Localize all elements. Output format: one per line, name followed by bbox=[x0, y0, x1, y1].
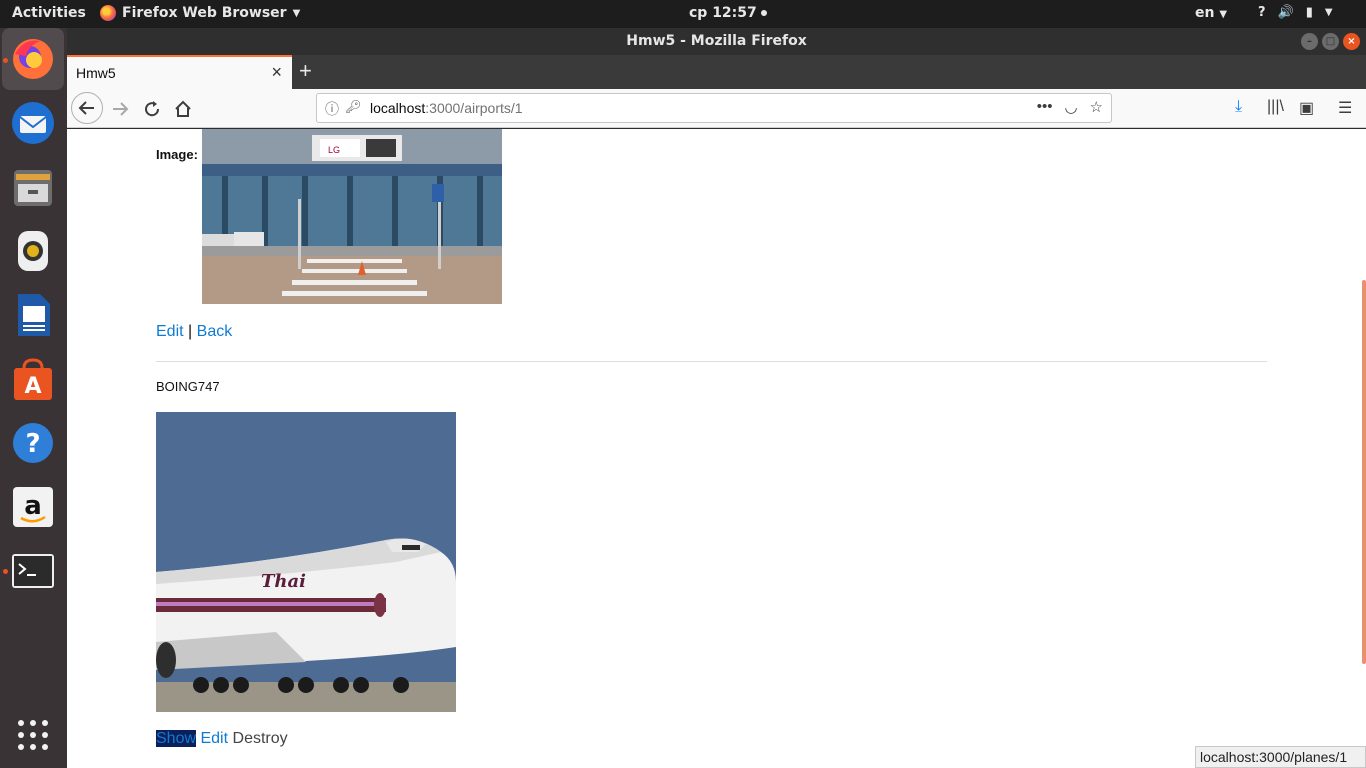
edit-airport-link[interactable]: Edit bbox=[156, 323, 184, 340]
back-link[interactable]: Back bbox=[197, 323, 233, 340]
app-menu[interactable]: Firefox Web Browser ▼ bbox=[100, 5, 300, 21]
dock-amazon[interactable]: a bbox=[10, 484, 56, 530]
window-controls: – □ × bbox=[1301, 33, 1360, 50]
dock-files[interactable] bbox=[10, 164, 56, 210]
destroy-plane-link[interactable]: Destroy bbox=[233, 730, 288, 747]
dock-terminal[interactable] bbox=[10, 548, 56, 594]
plane-name: BOING747 bbox=[156, 379, 220, 394]
system-menu[interactable]: ? 🔊 ▮ ▼ bbox=[1258, 5, 1333, 20]
image-label: Image: bbox=[156, 147, 198, 162]
clock-label: ср 12:57 bbox=[689, 5, 757, 21]
bookmark-star-icon[interactable]: ☆ bbox=[1090, 98, 1103, 116]
url-text: localhost:3000/airports/1 bbox=[370, 100, 523, 116]
tab-strip: Hmw5 × + bbox=[67, 55, 1366, 89]
chevron-down-icon: ▼ bbox=[1324, 7, 1333, 18]
page-content: Image: LG Edit | Back BOING747 Thai Show… bbox=[67, 129, 1366, 768]
pocket-icon[interactable]: ◡ bbox=[1064, 98, 1077, 116]
arrow-right-icon bbox=[113, 102, 129, 116]
window-title: Hmw5 - Mozilla Firefox bbox=[626, 33, 807, 49]
gnome-top-bar: Activities Firefox Web Browser ▼ ср 12:5… bbox=[0, 0, 1366, 28]
key-icon[interactable]: 🔑︎ bbox=[345, 99, 362, 115]
writer-icon bbox=[18, 294, 50, 336]
dock-thunderbird[interactable] bbox=[10, 100, 56, 146]
page-actions: ••• ◡ ☆ bbox=[1037, 98, 1103, 116]
terminal-icon bbox=[12, 554, 54, 588]
library-icon[interactable]: |||\ bbox=[1267, 98, 1284, 116]
volume-icon: 🔊 bbox=[1277, 5, 1294, 20]
chevron-down-icon: ▼ bbox=[1219, 9, 1228, 20]
url-bar[interactable]: ⓘ 🔑︎ localhost:3000/airports/1 ••• ◡ ☆ bbox=[316, 93, 1112, 123]
dock-rhythmbox[interactable] bbox=[10, 228, 56, 274]
airport-actions: Edit | Back bbox=[156, 323, 232, 341]
tab-title: Hmw5 bbox=[76, 65, 116, 81]
dock-show-applications[interactable] bbox=[10, 712, 56, 758]
running-indicator bbox=[3, 569, 8, 574]
rhythmbox-icon bbox=[18, 231, 48, 271]
language-label: en bbox=[1195, 5, 1215, 21]
page-scrollbar[interactable] bbox=[1362, 280, 1366, 664]
downloads-icon[interactable]: ⤓ bbox=[1235, 98, 1242, 116]
amazon-icon: a bbox=[13, 487, 53, 527]
svg-text:LG: LG bbox=[328, 145, 340, 155]
dock-software[interactable]: A bbox=[10, 356, 56, 402]
clock[interactable]: ср 12:57 bbox=[689, 5, 767, 21]
apps-grid-icon bbox=[18, 720, 48, 750]
window-titlebar[interactable]: Hmw5 - Mozilla Firefox – □ × bbox=[67, 28, 1366, 55]
tab-hmw5[interactable]: Hmw5 × bbox=[67, 55, 292, 89]
sidebar-icon[interactable]: ▣ bbox=[1299, 98, 1314, 118]
chevron-down-icon: ▼ bbox=[292, 7, 301, 19]
software-icon: A bbox=[14, 358, 52, 400]
svg-text:?: ? bbox=[25, 429, 40, 459]
svg-text:Thai: Thai bbox=[261, 571, 306, 592]
back-button[interactable] bbox=[71, 92, 103, 124]
files-icon bbox=[14, 170, 52, 206]
show-plane-link[interactable]: Show bbox=[156, 730, 197, 747]
home-button[interactable] bbox=[168, 94, 198, 124]
dock: A ? a bbox=[0, 28, 67, 768]
help-status-icon: ? bbox=[1258, 5, 1266, 20]
section-divider bbox=[156, 361, 1267, 362]
close-window-icon[interactable]: × bbox=[1343, 33, 1360, 50]
svg-text:A: A bbox=[24, 374, 41, 399]
edit-plane-link[interactable]: Edit bbox=[200, 730, 228, 747]
arrow-left-icon bbox=[78, 101, 94, 115]
close-tab-icon[interactable]: × bbox=[271, 62, 282, 83]
activities-button[interactable]: Activities bbox=[12, 5, 86, 21]
dock-help[interactable]: ? bbox=[10, 420, 56, 466]
link-separator: | bbox=[188, 323, 193, 340]
reload-icon bbox=[145, 101, 160, 117]
url-path: :3000/airports/1 bbox=[425, 100, 523, 116]
battery-icon: ▮ bbox=[1305, 5, 1313, 20]
new-tab-icon[interactable]: + bbox=[299, 58, 312, 84]
app-menu-label: Firefox Web Browser bbox=[122, 5, 287, 21]
link-status-tooltip: localhost:3000/planes/1 bbox=[1195, 746, 1366, 768]
forward-button[interactable] bbox=[105, 94, 135, 124]
minimize-icon[interactable]: – bbox=[1301, 33, 1318, 50]
airport-photo: LG bbox=[202, 129, 502, 304]
help-icon: ? bbox=[13, 423, 53, 463]
hamburger-menu-icon[interactable]: ☰ bbox=[1338, 98, 1352, 118]
plane-photo: Thai bbox=[156, 412, 456, 712]
navigation-toolbar: ⓘ 🔑︎ localhost:3000/airports/1 ••• ◡ ☆ ⤓… bbox=[67, 89, 1366, 128]
home-icon bbox=[175, 100, 191, 117]
svg-text:a: a bbox=[24, 491, 42, 521]
dock-writer[interactable] bbox=[10, 292, 56, 338]
thunderbird-icon bbox=[12, 102, 54, 144]
more-actions-icon[interactable]: ••• bbox=[1037, 98, 1053, 116]
notification-dot-icon bbox=[760, 10, 767, 16]
firefox-small-icon bbox=[100, 5, 116, 21]
dock-firefox[interactable] bbox=[2, 28, 64, 90]
language-menu[interactable]: en ▼ bbox=[1195, 5, 1227, 21]
maximize-icon[interactable]: □ bbox=[1322, 33, 1339, 50]
url-host: localhost bbox=[370, 100, 426, 116]
site-info-icon[interactable]: ⓘ bbox=[325, 99, 339, 119]
plane-actions: Show Edit Destroy bbox=[156, 730, 288, 748]
running-indicator bbox=[3, 58, 8, 63]
firefox-icon bbox=[13, 39, 53, 79]
reload-button[interactable] bbox=[137, 94, 167, 124]
